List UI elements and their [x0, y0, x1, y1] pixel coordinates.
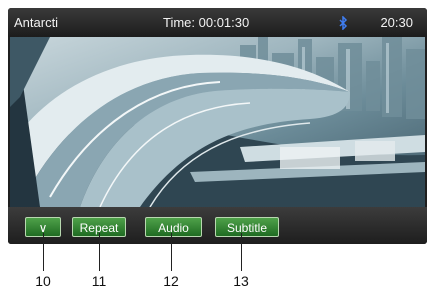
source-name: Antarcti	[14, 15, 59, 30]
callout-line-10	[43, 233, 44, 271]
callout-line-13	[241, 233, 242, 271]
control-bar: ∨ Repeat Audio Subtitle	[8, 207, 427, 244]
status-bar: Antarcti Time: 00:01:30 20:30	[8, 8, 427, 37]
callout-number-13: 13	[233, 273, 249, 289]
audio-button[interactable]: Audio	[145, 217, 202, 237]
callout-number-11: 11	[91, 273, 107, 289]
video-frame[interactable]	[10, 37, 425, 207]
callout-line-12	[171, 233, 172, 271]
callout-line-11	[99, 233, 100, 271]
clock: 20:30	[380, 15, 413, 30]
callout-number-12: 12	[163, 273, 179, 289]
playback-time: Time: 00:01:30	[163, 15, 250, 30]
bluetooth-icon	[339, 16, 348, 30]
subtitle-button[interactable]: Subtitle	[215, 217, 279, 237]
dvd-player-screen: Antarcti Time: 00:01:30 20:30 ∨ Repeat A…	[8, 8, 427, 244]
callout-number-10: 10	[35, 273, 51, 289]
